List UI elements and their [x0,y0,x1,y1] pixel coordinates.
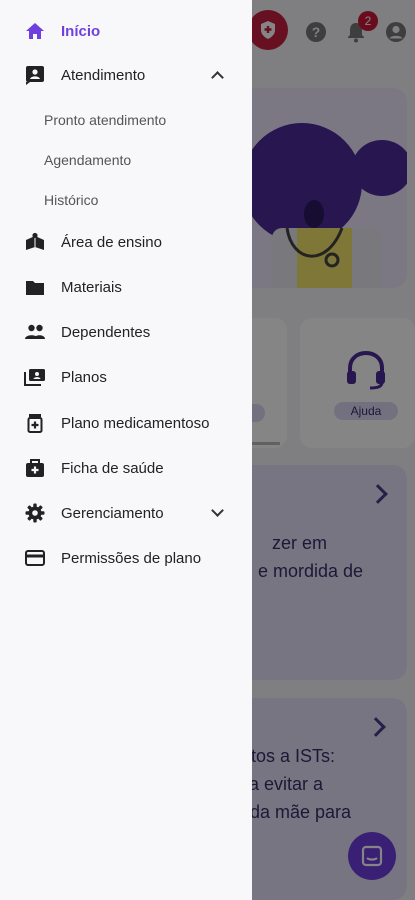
nav-item-plano-medicamentoso[interactable]: Plano medicamentoso [0,405,252,441]
nav-item-label: Materiais [61,278,122,296]
nav-subitem-historico[interactable]: Histórico [44,192,98,208]
folder-icon [24,276,46,298]
navigation-drawer: Início Atendimento Pronto atendimento Ag… [0,0,252,900]
nav-item-inicio[interactable]: Início [0,13,252,49]
nav-subitem-pronto-atendimento[interactable]: Pronto atendimento [44,112,166,128]
cards-icon [24,366,46,388]
nav-item-dependentes[interactable]: Dependentes [0,314,252,350]
nav-item-materiais[interactable]: Materiais [0,269,252,305]
nav-item-label: Área de ensino [61,233,162,251]
credit-card-icon [24,547,46,569]
nav-item-label: Início [61,22,101,40]
nav-subitem-agendamento[interactable]: Agendamento [44,152,131,168]
nav-item-area-de-ensino[interactable]: Área de ensino [0,224,252,260]
chevron-down-icon[interactable] [211,504,224,517]
home-icon [24,20,46,42]
nav-item-ficha-de-saude[interactable]: Ficha de saúde [0,450,252,486]
chevron-up-icon[interactable] [211,71,224,84]
nav-item-label: Permissões de plano [61,549,202,567]
nav-item-gerenciamento[interactable]: Gerenciamento [0,495,252,531]
medical-bag-icon [24,457,46,479]
nav-item-label: Plano medicamentoso [61,414,210,432]
nav-item-label: Dependentes [61,323,151,341]
nav-item-permissoes-de-plano[interactable]: Permissões de plano [0,540,252,576]
nav-item-atendimento[interactable]: Atendimento [0,57,252,93]
nav-item-label: Planos [61,368,107,386]
nav-item-label: Ficha de saúde [61,459,164,477]
people-icon [24,321,46,343]
medication-icon [24,412,46,434]
assignment-ind-icon [24,64,46,86]
nav-item-label: Atendimento [61,66,146,84]
nav-item-planos[interactable]: Planos [0,359,252,395]
school-icon [24,231,46,253]
gear-icon [24,502,46,524]
nav-item-label: Gerenciamento [61,504,164,522]
